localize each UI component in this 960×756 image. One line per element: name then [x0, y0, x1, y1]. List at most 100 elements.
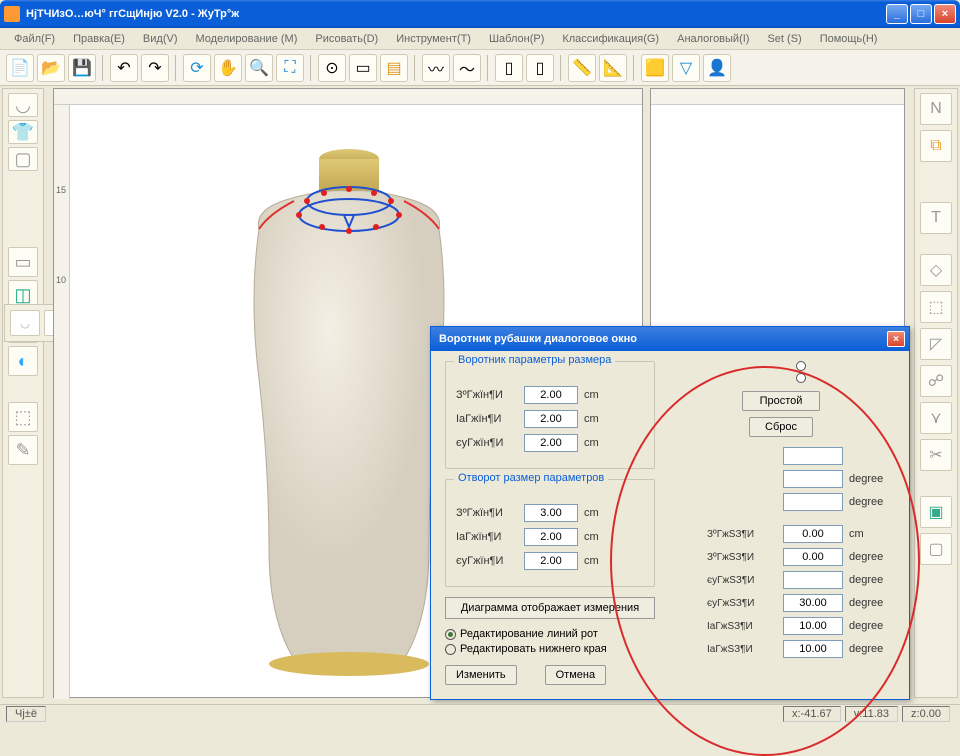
main-toolbar: 📄 📂 💾 ↶ ↷ ⟳ ✋ 🔍 ⛶ ⊙ ▭ ▤ 〰 〜 ▯ ▯ 📏 📐 🟨 ▽ … [0, 50, 960, 86]
ruler2-icon[interactable]: 📐 [599, 54, 627, 82]
shape5-icon[interactable]: ⋎ [920, 402, 952, 434]
panel1-icon[interactable]: ▯ [495, 54, 523, 82]
rotate-icon[interactable]: ⟳ [183, 54, 211, 82]
rf-4[interactable] [783, 548, 843, 566]
collar-size-group: Воротник параметры размера ЗºГжїн¶Иcm Іа… [445, 361, 655, 469]
save-icon[interactable]: 💾 [68, 54, 96, 82]
lapel-size-group: Отворот размер параметров ЗºГжїн¶Иcm ІаГ… [445, 479, 655, 587]
shape2-icon[interactable]: ⬚ [920, 291, 952, 323]
rf-8[interactable] [783, 640, 843, 658]
shape4-icon[interactable]: ☍ [920, 365, 952, 397]
nav-n-icon[interactable]: N [920, 93, 952, 125]
g1-field-1[interactable] [524, 410, 578, 428]
pencil-icon[interactable]: ✎ [8, 435, 38, 465]
reset-button[interactable]: Сброс [749, 417, 813, 437]
layer-icon[interactable]: ▣ [920, 496, 952, 528]
rf-6[interactable] [783, 594, 843, 612]
simple-button[interactable]: Простой [742, 391, 820, 411]
mode-radio-2[interactable] [796, 373, 806, 383]
doc-icon[interactable]: ▭ [349, 54, 377, 82]
copy-icon[interactable]: ⧉ [920, 130, 952, 162]
bodice-icon[interactable]: ◡ [8, 93, 38, 117]
window-title: НјТЧИзО…юЧ° ггСщИнјю V2.0 - ЖуТр°ж [26, 8, 886, 20]
body-icon[interactable]: 👤 [703, 54, 731, 82]
menu-file[interactable]: Файл(F) [6, 31, 63, 47]
g2-field-1[interactable] [524, 528, 578, 546]
open-icon[interactable]: 📂 [37, 54, 65, 82]
curve2-icon[interactable]: 〜 [453, 54, 481, 82]
group2-legend: Отворот размер параметров [454, 472, 608, 484]
g2-field-2[interactable] [524, 552, 578, 570]
shape1-icon[interactable]: ◇ [920, 254, 952, 286]
left-tool-palette: ◡ 👕 ▢ ▭ ◫ 💡 ◐ ⬚ ✎ [2, 88, 44, 698]
ruler-vertical: 15 10 [54, 105, 70, 699]
shape6-icon[interactable]: ✂ [920, 439, 952, 471]
g2-field-0[interactable] [524, 504, 578, 522]
rf-7[interactable] [783, 617, 843, 635]
cube-icon[interactable]: 🟨 [641, 54, 669, 82]
rf-2[interactable] [783, 493, 843, 511]
select-icon[interactable]: ▭ [8, 247, 38, 277]
g1-field-2[interactable] [524, 434, 578, 452]
hand-icon[interactable]: ✋ [214, 54, 242, 82]
new-icon[interactable]: 📄 [6, 54, 34, 82]
curve1-icon[interactable]: 〰 [422, 54, 450, 82]
shirt-icon[interactable]: 👕 [8, 120, 38, 144]
redo-icon[interactable]: ↷ [141, 54, 169, 82]
mode-radio-1[interactable] [796, 361, 806, 371]
sleeve-icon[interactable]: ▢ [8, 147, 38, 171]
panel2-icon[interactable]: ▯ [526, 54, 554, 82]
menu-tool[interactable]: Инструмент(T) [388, 31, 479, 47]
cancel-button[interactable]: Отмена [545, 665, 606, 685]
text-icon[interactable]: T [920, 202, 952, 234]
menu-template[interactable]: Шаблон(P) [481, 31, 552, 47]
rf-5[interactable] [783, 571, 843, 589]
collar-dialog: Воротник рубашки диалоговое окно × Ворот… [430, 326, 910, 700]
dialog-right-column: Простой Сброс degree degree ЗºГжЅЗ¶Иcm З… [671, 361, 891, 663]
status-y: y:11.83 [845, 706, 898, 722]
menu-view[interactable]: Вид(V) [135, 31, 186, 47]
menu-modeling[interactable]: Моделирование (M) [188, 31, 306, 47]
g1-field-0[interactable] [524, 386, 578, 404]
maximize-button[interactable]: □ [910, 4, 932, 24]
circle-icon[interactable]: ◐ [8, 346, 38, 376]
shape3-icon[interactable]: ◸ [920, 328, 952, 360]
undo-icon[interactable]: ↶ [110, 54, 138, 82]
statusbar: Чј±ё x:-41.67 y:11.83 z:0.00 [0, 704, 960, 722]
zoom-icon[interactable]: 🔍 [245, 54, 273, 82]
rf-3[interactable] [783, 525, 843, 543]
panel-icon[interactable]: ▢ [920, 533, 952, 565]
dialog-close-button[interactable]: × [887, 331, 905, 347]
menu-edit[interactable]: Правка(E) [65, 31, 133, 47]
status-x: x:-41.67 [783, 706, 841, 722]
close-button[interactable]: × [934, 4, 956, 24]
ruler-horizontal-2 [651, 89, 904, 105]
group1-legend: Воротник параметры размера [454, 354, 615, 366]
collar-preset-1[interactable]: ◡ [10, 310, 40, 336]
diagram-button[interactable]: Диаграмма отображает измерения [445, 597, 655, 619]
rf-1[interactable] [783, 470, 843, 488]
dialog-title: Воротник рубашки диалоговое окно [435, 333, 887, 345]
menu-draw[interactable]: Рисовать(D) [307, 31, 386, 47]
ruler-horizontal [54, 89, 642, 105]
app-icon [4, 6, 20, 22]
layers-icon[interactable]: ▤ [380, 54, 408, 82]
refresh-icon[interactable]: ⊙ [318, 54, 346, 82]
dialog-titlebar[interactable]: Воротник рубашки диалоговое окно × [431, 327, 909, 351]
rf-0[interactable] [783, 447, 843, 465]
ruler-icon[interactable]: 📏 [568, 54, 596, 82]
edit-button[interactable]: Изменить [445, 665, 517, 685]
skirt-icon[interactable]: ▽ [672, 54, 700, 82]
menu-analog[interactable]: Аналоговый(I) [669, 31, 757, 47]
menubar: Файл(F) Правка(E) Вид(V) Моделирование (… [0, 28, 960, 50]
workspace: ◡ 👕 ▢ ▭ ◫ 💡 ◐ ⬚ ✎ ◡ ◡ ◡ 15 10 [0, 86, 960, 704]
status-z: z:0.00 [902, 706, 950, 722]
window-titlebar: НјТЧИзО…юЧ° ггСщИнјю V2.0 - ЖуТр°ж _ □ × [0, 0, 960, 28]
right-tool-palette: N ⧉ T ◇ ⬚ ◸ ☍ ⋎ ✂ ▣ ▢ [914, 88, 958, 698]
minimize-button[interactable]: _ [886, 4, 908, 24]
move-icon[interactable]: ⬚ [8, 402, 38, 432]
menu-help[interactable]: Помощь(H) [812, 31, 886, 47]
fit-icon[interactable]: ⛶ [276, 54, 304, 82]
menu-set[interactable]: Set (S) [759, 31, 809, 47]
menu-classification[interactable]: Классификация(G) [554, 31, 667, 47]
